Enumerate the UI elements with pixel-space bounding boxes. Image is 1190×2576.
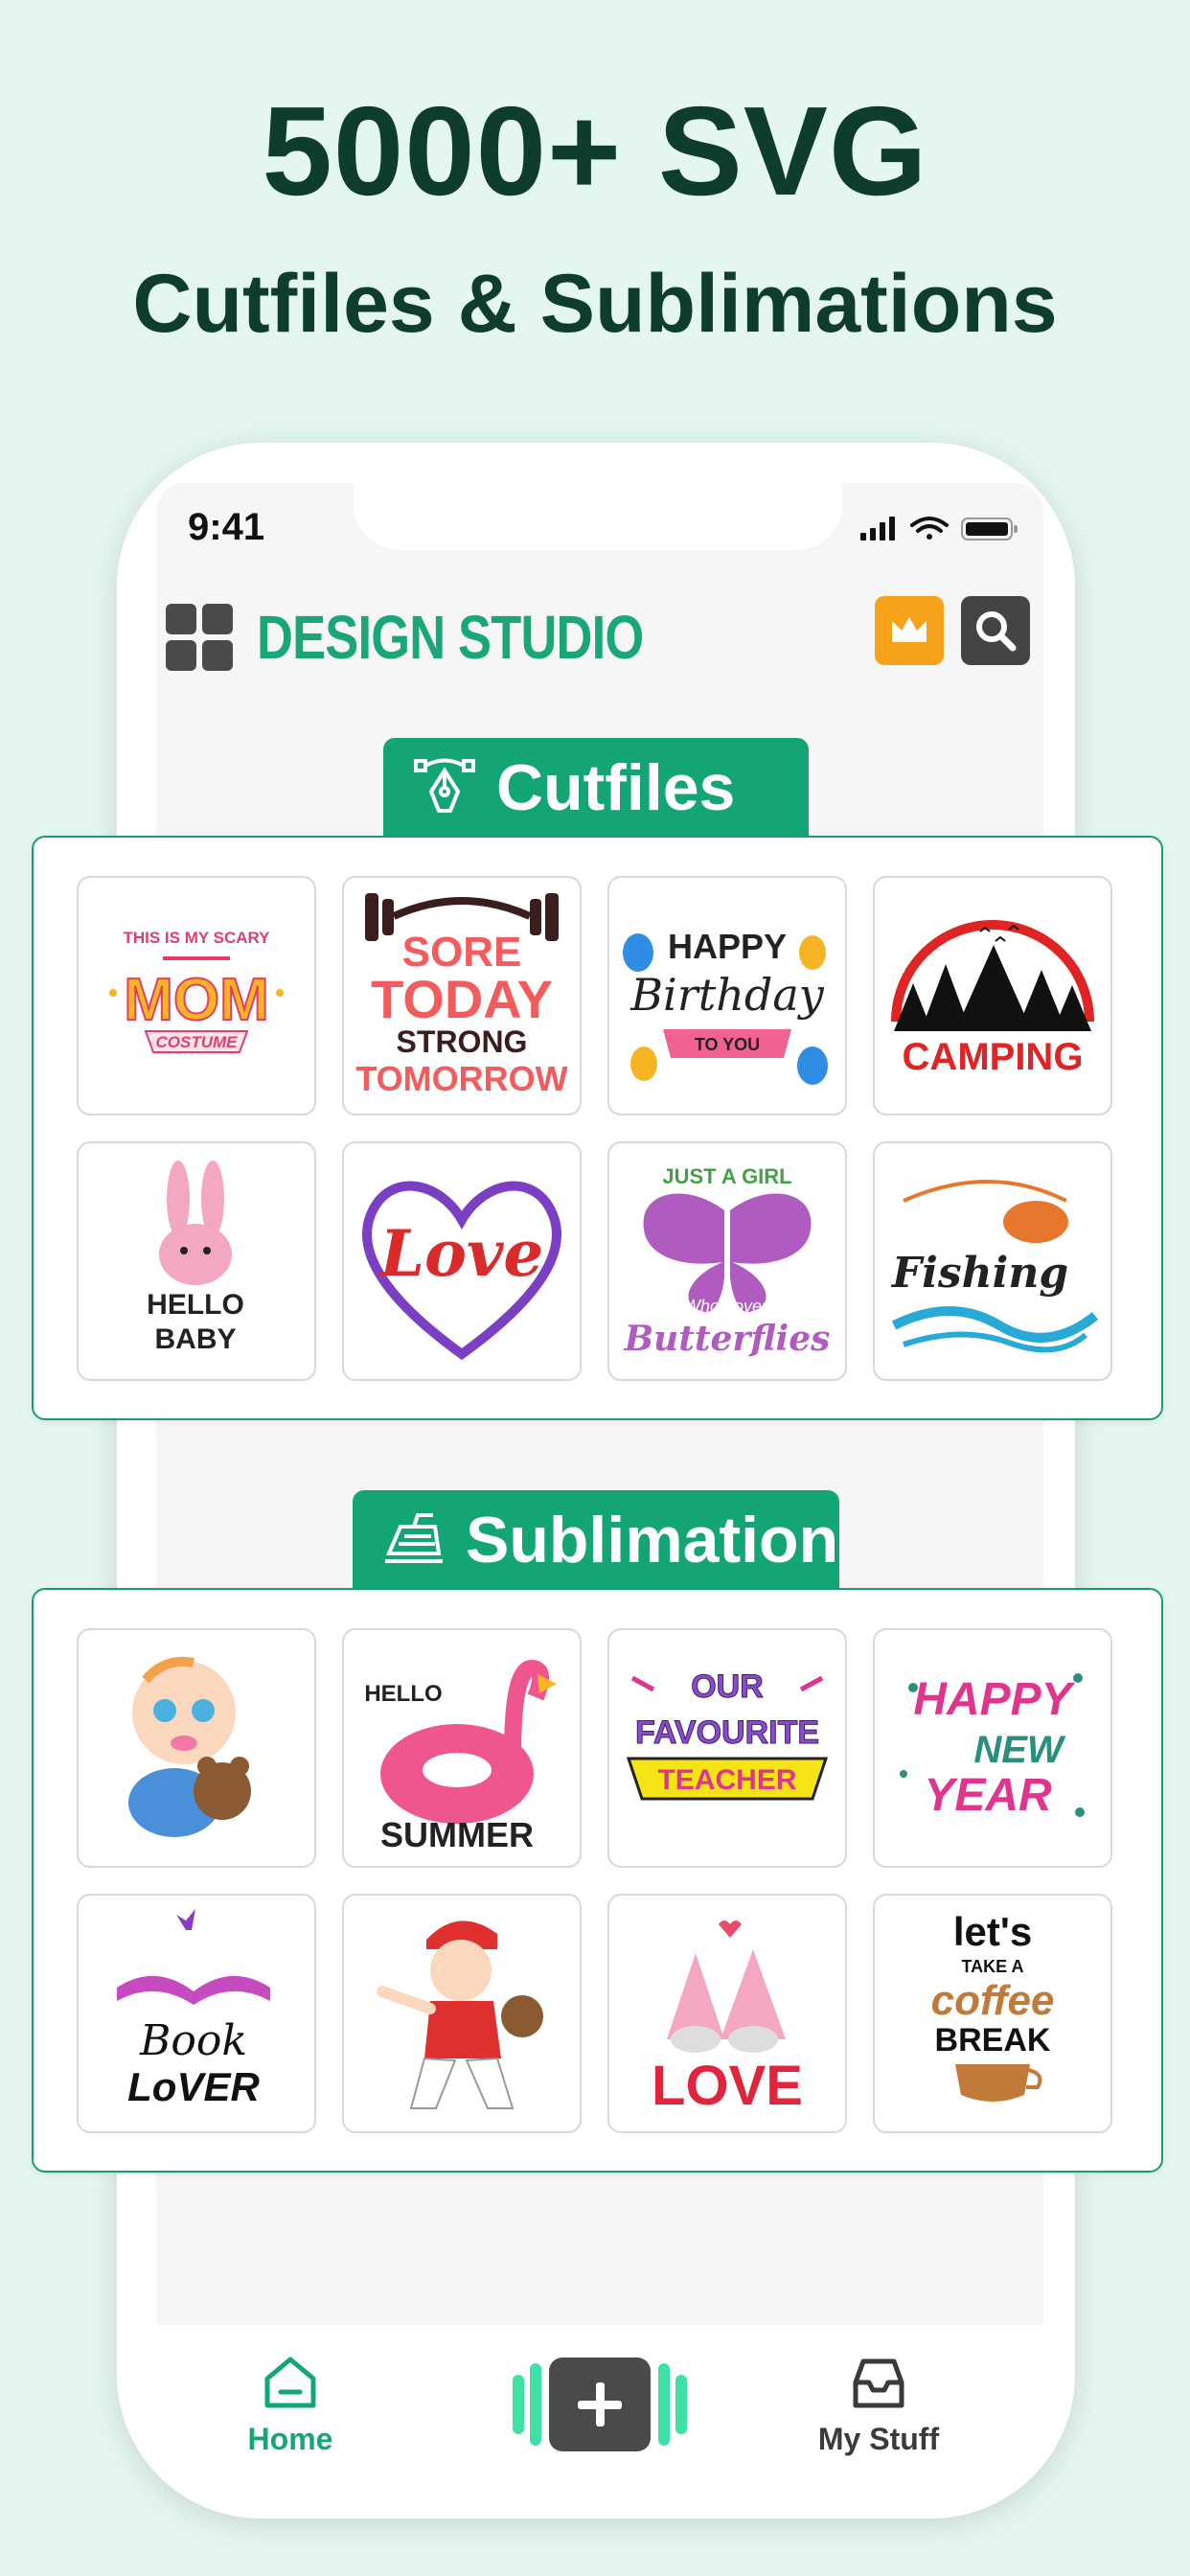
svg-text:LOVE: LOVE (652, 2055, 803, 2117)
sublimation-tile-coffee-break[interactable]: let's TAKE A coffee BREAK (873, 1894, 1112, 2133)
pen-tool-icon (414, 758, 475, 813)
butterflies-design: JUST A GIRL Who Loves Butterflies (624, 1164, 831, 1359)
search-button[interactable] (961, 596, 1030, 665)
premium-button[interactable] (875, 596, 944, 665)
promo-subheadline: Cutfiles & Sublimations (132, 258, 1058, 350)
iron-icon (385, 1513, 443, 1563)
nav-my-stuff-label: My Stuff (817, 2422, 940, 2456)
svg-text:Butterflies: Butterflies (624, 1319, 831, 1359)
cutfile-tile-butterflies[interactable]: JUST A GIRL Who Loves Butterflies (607, 1141, 847, 1381)
svg-text:CAMPING: CAMPING (903, 1036, 1084, 1078)
fishing-design: Fishing (890, 1180, 1099, 1353)
wifi-icon (910, 517, 949, 540)
svg-text:Who Loves: Who Loves (684, 1297, 770, 1316)
sublimation-panel: HELLO SUMMER OUR FAVOURITE TEACHER HAPPY… (32, 1588, 1163, 2173)
cutfile-tile-happy-birthday[interactable]: HAPPY Birthday TO YOU (607, 876, 847, 1116)
svg-text:STRONG: STRONG (397, 1024, 528, 1059)
svg-text:let's: let's (953, 1909, 1032, 1954)
baby-teddy-design (128, 1656, 251, 1837)
svg-text:HELLO: HELLO (147, 1289, 244, 1321)
section-title-sublimation: Sublimation (466, 1504, 839, 1576)
svg-text:JUST A GIRL: JUST A GIRL (662, 1164, 791, 1188)
svg-text:THIS IS MY SCARY: THIS IS MY SCARY (123, 929, 270, 947)
crown-icon (892, 617, 927, 642)
svg-text:Birthday: Birthday (629, 969, 824, 1021)
bottom-navigation: Home My Stuff (156, 2325, 1043, 2478)
svg-text:TEACHER: TEACHER (657, 1764, 796, 1796)
section-title-cutfiles: Cutfiles (496, 751, 736, 824)
cutfile-tile-scary-mom[interactable]: THIS IS MY SCARY MOM COSTUME (77, 876, 316, 1116)
svg-text:NEW: NEW (973, 1729, 1066, 1771)
app-brand-title: DESIGN STUDIO (257, 603, 644, 672)
signal-icon (860, 517, 895, 540)
camping-design: CAMPING (891, 920, 1094, 1078)
cutfile-tile-fishing[interactable]: Fishing (873, 1141, 1112, 1381)
sore-today-design: SORE TODAY STRONG TOMORROW (355, 893, 568, 1098)
svg-text:TOMORROW: TOMORROW (355, 1059, 567, 1098)
nav-home-label: Home (247, 2422, 333, 2456)
love-heart-design: Love (362, 1181, 561, 1361)
cutfile-tile-sore-today[interactable]: SORE TODAY STRONG TOMORROW (342, 876, 582, 1116)
battery-icon (961, 518, 1018, 540)
svg-text:TODAY: TODAY (371, 969, 553, 1029)
search-icon (976, 611, 1017, 652)
svg-text:Fishing: Fishing (890, 1249, 1068, 1298)
sublimation-tile-baby-teddy[interactable] (77, 1628, 316, 1868)
cutfile-tile-love-heart[interactable]: Love (342, 1141, 582, 1381)
inbox-icon (853, 2358, 904, 2408)
promo-headline: 5000+ SVG (262, 80, 928, 221)
happy-birthday-design: HAPPY Birthday TO YOU (623, 927, 828, 1085)
svg-text:Book: Book (139, 2016, 247, 2065)
svg-text:HELLO: HELLO (364, 1681, 442, 1707)
happy-new-year-design: HAPPY NEW YEAR (900, 1673, 1085, 1821)
svg-text:COSTUME: COSTUME (156, 1033, 239, 1051)
baseball-kid-design (377, 1920, 543, 2109)
gnome-love-design: LOVE (652, 1920, 803, 2117)
sublimation-tile-happy-new-year[interactable]: HAPPY NEW YEAR (873, 1628, 1112, 1868)
svg-text:SUMMER: SUMMER (380, 1815, 534, 1854)
svg-text:coffee: coffee (931, 1977, 1055, 2024)
status-icons (860, 517, 1018, 540)
cutfiles-panel: THIS IS MY SCARY MOM COSTUME SORE TODAY … (32, 836, 1163, 1420)
sublimation-tile-favourite-teacher[interactable]: OUR FAVOURITE TEACHER (607, 1628, 847, 1868)
app-header: DESIGN STUDIO (156, 585, 1043, 690)
home-icon (264, 2357, 316, 2408)
add-button-graphic (513, 2358, 687, 2451)
svg-text:BREAK: BREAK (935, 2022, 1051, 2058)
book-lover-design: Book LoVER (117, 1909, 270, 2109)
phone-notch (354, 473, 842, 550)
svg-text:OUR: OUR (691, 1668, 764, 1705)
sublimation-tile-baseball-kid[interactable] (342, 1894, 582, 2133)
coffee-break-design: let's TAKE A coffee BREAK (931, 1909, 1055, 2102)
cutfile-tile-hello-baby[interactable]: HELLO BABY (77, 1141, 316, 1381)
sublimation-tile-hello-summer[interactable]: HELLO SUMMER (342, 1628, 582, 1868)
status-time: 9:41 (188, 506, 265, 548)
cutfile-tile-camping[interactable]: CAMPING (873, 876, 1112, 1116)
svg-text:HAPPY: HAPPY (668, 927, 787, 966)
sublimation-tile-book-lover[interactable]: Book LoVER (77, 1894, 316, 2133)
section-tab-cutfiles[interactable]: Cutfiles (383, 738, 809, 838)
svg-text:LoVER: LoVER (127, 2064, 260, 2109)
hello-summer-design: HELLO SUMMER (364, 1659, 557, 1854)
nav-home[interactable]: Home (185, 2354, 396, 2457)
svg-text:FAVOURITE: FAVOURITE (635, 1714, 819, 1751)
svg-text:TAKE A: TAKE A (962, 1957, 1024, 1976)
add-button[interactable] (511, 2354, 689, 2455)
sublimation-tile-gnome-love[interactable]: LOVE (607, 1894, 847, 2133)
svg-text:TO YOU: TO YOU (695, 1035, 760, 1054)
svg-text:BABY: BABY (154, 1323, 236, 1355)
favourite-teacher-design: OUR FAVOURITE TEACHER (626, 1668, 829, 1801)
grid-menu-icon[interactable] (166, 604, 233, 671)
hello-baby-design: HELLO BABY (147, 1161, 244, 1355)
svg-text:YEAR: YEAR (924, 1770, 1052, 1821)
section-tab-sublimation[interactable]: Sublimation (353, 1490, 839, 1590)
svg-text:Love: Love (378, 1216, 544, 1291)
scary-mom-design: THIS IS MY SCARY MOM COSTUME (109, 929, 284, 1053)
nav-my-stuff[interactable]: My Stuff (773, 2354, 984, 2457)
svg-text:MOM: MOM (124, 967, 269, 1033)
svg-text:HAPPY: HAPPY (913, 1674, 1075, 1725)
